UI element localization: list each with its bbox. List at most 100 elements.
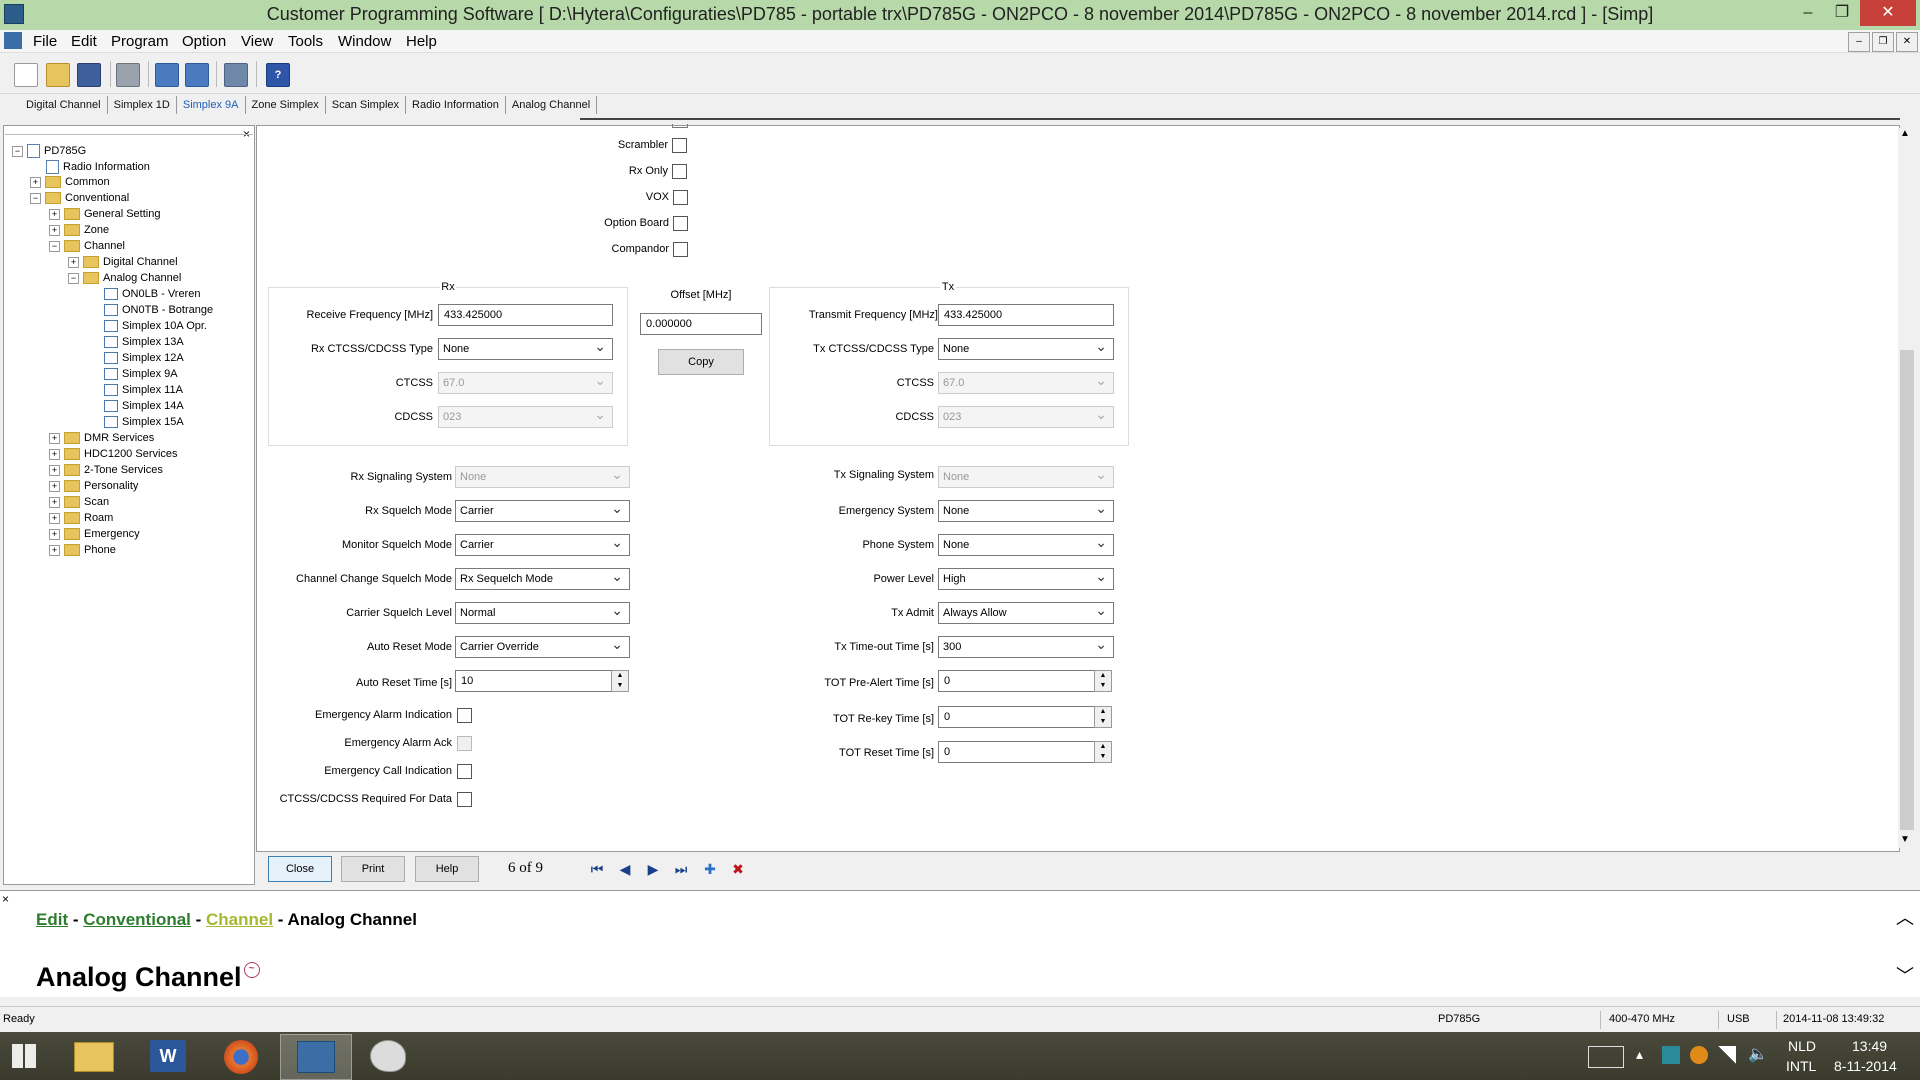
breadcrumb-conventional[interactable]: Conventional <box>83 910 191 929</box>
new-icon[interactable] <box>14 63 38 87</box>
tree-item-radio-information[interactable]: Radio Information <box>46 160 150 176</box>
tab-analog-channel[interactable]: Analog Channel <box>506 96 598 114</box>
read-radio-icon[interactable] <box>155 63 179 87</box>
close-button[interactable]: Close <box>268 856 332 882</box>
print-button[interactable]: Print <box>341 856 405 882</box>
help-scroll-down-icon[interactable]: ﹀ <box>1896 962 1914 988</box>
collapse-icon[interactable]: − <box>68 272 79 284</box>
tree-item-channel-entry[interactable]: Simplex 9A <box>104 368 178 384</box>
expand-icon[interactable]: + <box>49 432 60 444</box>
tot-rekey-spinner[interactable]: ▲ ▼ <box>1094 706 1112 728</box>
delete-record-icon[interactable]: ✖ <box>727 858 749 880</box>
spin-up-icon[interactable]: ▲ <box>1095 671 1111 681</box>
menu-edit[interactable]: Edit <box>71 33 97 50</box>
phone-system-select[interactable]: None <box>938 532 1114 556</box>
receive-frequency-input[interactable]: 433.425000 <box>438 304 613 326</box>
add-record-icon[interactable]: ✚ <box>699 858 721 880</box>
rx-signaling-select[interactable]: None <box>455 464 630 488</box>
spin-up-icon[interactable]: ▲ <box>1095 742 1111 752</box>
tree-item-2-tone-services[interactable]: +2-Tone Services <box>49 464 163 480</box>
wifi-signal-icon[interactable] <box>1718 1046 1736 1064</box>
spin-down-icon[interactable]: ▼ <box>1095 752 1111 762</box>
tab-digital-channel[interactable]: Digital Channel <box>20 96 108 114</box>
option-board-checkbox[interactable] <box>673 216 688 231</box>
menu-tools[interactable]: Tools <box>288 33 323 50</box>
menu-file[interactable]: File <box>33 33 57 50</box>
close-window-button[interactable]: ✕ <box>1860 0 1916 26</box>
tree-item-dmr-services[interactable]: + DMR Services <box>49 432 154 448</box>
tree-item-conventional[interactable]: − Conventional <box>30 192 129 208</box>
previous-record-icon[interactable]: ◀ <box>614 858 636 880</box>
settings-icon[interactable] <box>224 63 248 87</box>
rx-only-checkbox[interactable] <box>672 164 687 179</box>
tx-timeout-select[interactable]: 300 <box>938 634 1114 658</box>
breadcrumb-channel[interactable]: Channel <box>206 910 273 929</box>
expand-icon[interactable]: + <box>68 256 79 268</box>
expand-icon[interactable]: + <box>49 496 60 508</box>
maximize-button[interactable]: ❐ <box>1822 0 1862 26</box>
clock-time[interactable]: 13:49 <box>1852 1038 1887 1054</box>
first-record-icon[interactable]: ⏮ <box>586 858 608 880</box>
save-icon[interactable] <box>77 63 101 87</box>
vox-checkbox[interactable] <box>673 190 688 205</box>
emergency-alarm-indication-checkbox[interactable] <box>457 708 472 723</box>
show-hidden-icons-icon[interactable]: ▴ <box>1636 1046 1643 1063</box>
menu-option[interactable]: Option <box>182 33 226 50</box>
rx-squelch-mode-select[interactable]: Carrier <box>455 498 630 522</box>
tree-item-zone[interactable]: + Zone <box>49 224 109 240</box>
auto-reset-time-input[interactable]: 10 <box>455 670 612 692</box>
tx-admit-select[interactable]: Always Allow <box>938 600 1114 624</box>
tree-item-hdc1200-services[interactable]: + HDC1200 Services <box>49 448 178 464</box>
expand-icon[interactable]: + <box>49 208 60 220</box>
tree-item-general-setting[interactable]: + General Setting <box>49 208 160 224</box>
open-folder-icon[interactable] <box>46 63 70 87</box>
tree-item-root[interactable]: − PD785G <box>12 144 86 160</box>
app-tray-icon[interactable] <box>1690 1046 1708 1064</box>
cps-taskbar-button[interactable] <box>280 1034 352 1080</box>
tree-item-phone[interactable]: + Phone <box>49 544 116 560</box>
file-explorer-taskbar-button[interactable] <box>58 1034 128 1078</box>
expand-icon[interactable]: + <box>49 528 60 540</box>
spin-down-icon[interactable]: ▼ <box>1095 681 1111 691</box>
tot-reset-input[interactable]: 0 <box>938 741 1096 763</box>
auto-reset-mode-select[interactable]: Carrier Override <box>455 634 630 658</box>
tree-item-common[interactable]: + Common <box>30 176 110 192</box>
paint-taskbar-button[interactable] <box>352 1034 422 1078</box>
volume-icon[interactable]: 🔈 <box>1748 1044 1768 1064</box>
tx-ctcss-select[interactable]: 67.0 <box>938 370 1114 394</box>
tree-item-channel-entry[interactable]: Simplex 12A <box>104 352 184 368</box>
help-icon[interactable]: ? <box>266 63 290 87</box>
tot-prealert-spinner[interactable]: ▲ ▼ <box>1094 670 1112 692</box>
tree-item-roam[interactable]: + Roam <box>49 512 113 528</box>
tree-item-channel-entry[interactable]: Simplex 13A <box>104 336 184 352</box>
rx-ctcss-type-select[interactable]: None <box>438 336 613 360</box>
auto-reset-time-spinner[interactable]: ▲ ▼ <box>611 670 629 692</box>
tree-item-channel[interactable]: − Channel <box>49 240 125 256</box>
channel-change-squelch-select[interactable]: Rx Sequelch Mode <box>455 566 630 590</box>
scrambler-checkbox[interactable] <box>672 138 687 153</box>
tab-radio-information[interactable]: Radio Information <box>406 96 506 114</box>
offset-input[interactable]: 0.000000 <box>640 313 762 335</box>
expand-icon[interactable]: + <box>30 176 41 188</box>
tot-reset-spinner[interactable]: ▲ ▼ <box>1094 741 1112 763</box>
tree-item-channel-entry[interactable]: Simplex 14A <box>104 400 184 416</box>
emergency-call-indication-checkbox[interactable] <box>457 764 472 779</box>
expand-icon[interactable]: + <box>49 448 60 460</box>
menu-help[interactable]: Help <box>406 33 437 50</box>
print-icon[interactable] <box>116 63 140 87</box>
menu-program[interactable]: Program <box>111 33 169 50</box>
clock-date[interactable]: 8-11-2014 <box>1834 1058 1897 1074</box>
collapse-icon[interactable]: − <box>30 192 41 204</box>
tot-rekey-input[interactable]: 0 <box>938 706 1096 728</box>
tab-zone-simplex[interactable]: Zone Simplex <box>246 96 326 114</box>
tree-item-channel-entry[interactable]: ON0LB - Vreren <box>104 288 200 304</box>
tree-item-scan[interactable]: + Scan <box>49 496 109 512</box>
compandor-checkbox[interactable] <box>673 242 688 257</box>
form-scrollbar-thumb[interactable] <box>1900 350 1914 830</box>
tab-simplex-1d[interactable]: Simplex 1D <box>108 96 177 114</box>
tree-item-channel-entry[interactable]: Simplex 10A Opr. <box>104 320 207 336</box>
monitor-squelch-mode-select[interactable]: Carrier <box>455 532 630 556</box>
tx-cdcss-select[interactable]: 023 <box>938 404 1114 428</box>
next-record-icon[interactable]: ▶ <box>642 858 664 880</box>
windows-start-icon[interactable] <box>12 1044 36 1068</box>
